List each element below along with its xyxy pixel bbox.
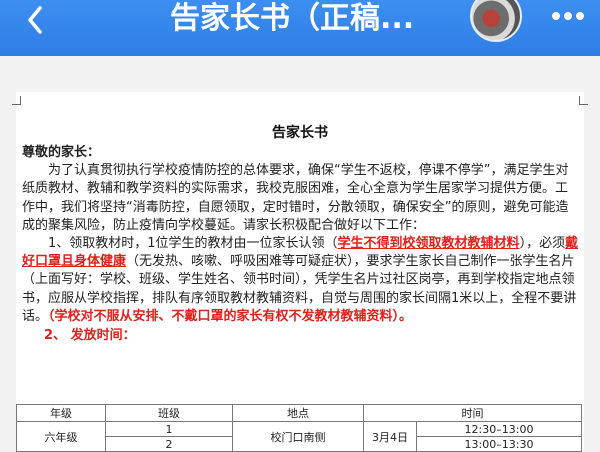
col-header: 班级 xyxy=(105,404,233,422)
cell-grade: 六年级 xyxy=(16,421,106,452)
greeting: 尊敬的家长： xyxy=(22,145,101,160)
cell-class: 2 xyxy=(105,436,233,452)
avatar[interactable] xyxy=(470,0,522,42)
back-button[interactable] xyxy=(18,2,54,38)
col-header: 地点 xyxy=(232,404,364,422)
schedule-table: 年级 班级 地点 时间 六年级 1 校门口南侧 3月4日 12:30–13:00… xyxy=(16,404,582,452)
document-title: 告家长书 xyxy=(272,125,328,141)
section-heading-time: 2、 发放时间： xyxy=(44,328,136,344)
crop-mark xyxy=(12,96,21,105)
cell-time: 13:00–13:30 xyxy=(416,436,582,452)
col-header: 年级 xyxy=(16,404,106,422)
more-options-button[interactable] xyxy=(546,6,590,28)
more-dots-icon xyxy=(552,12,560,20)
col-header: 时间 xyxy=(363,404,582,422)
emphasis-refusal: （学校对不服从安排、不戴口罩的家长有权不发教材教辅资料）。 xyxy=(48,308,413,324)
back-chevron-icon xyxy=(28,6,42,34)
cell-time: 12:30–13:00 xyxy=(416,421,582,437)
document-page[interactable]: 告家长书 尊敬的家长： 为了认真贯彻执行学校疫情防控的总体要求，确保“学生不返校… xyxy=(12,92,588,452)
table-header-row: 年级 班级 地点 时间 xyxy=(16,404,582,422)
window-title: 告家长书（正稿... xyxy=(170,1,415,36)
paragraph-intro: 为了认真贯彻执行学校疫情防控的总体要求，确保“学生不返校，停课不停学”，满足学生… xyxy=(22,163,569,233)
cell-class: 1 xyxy=(105,421,233,437)
cell-place: 校门口南侧 xyxy=(232,421,364,452)
cell-date: 3月4日 xyxy=(363,421,417,452)
table-row: 六年级 1 校门口南侧 3月4日 12:30–13:00 xyxy=(16,421,582,452)
emphasis-no-students: 学生不得到校领取教材教辅材料 xyxy=(337,236,520,252)
paragraph-item-1: 1、领取教材时，1位学生的教材由一位家长认领（学生不得到校领取教材教辅材料），必… xyxy=(22,236,579,324)
top-app-bar: 告家长书（正稿... xyxy=(0,0,600,56)
document-body: 尊敬的家长： 为了认真贯彻执行学校疫情防控的总体要求，确保“学生不返校，停课不停… xyxy=(22,144,580,345)
crop-mark xyxy=(579,96,588,105)
